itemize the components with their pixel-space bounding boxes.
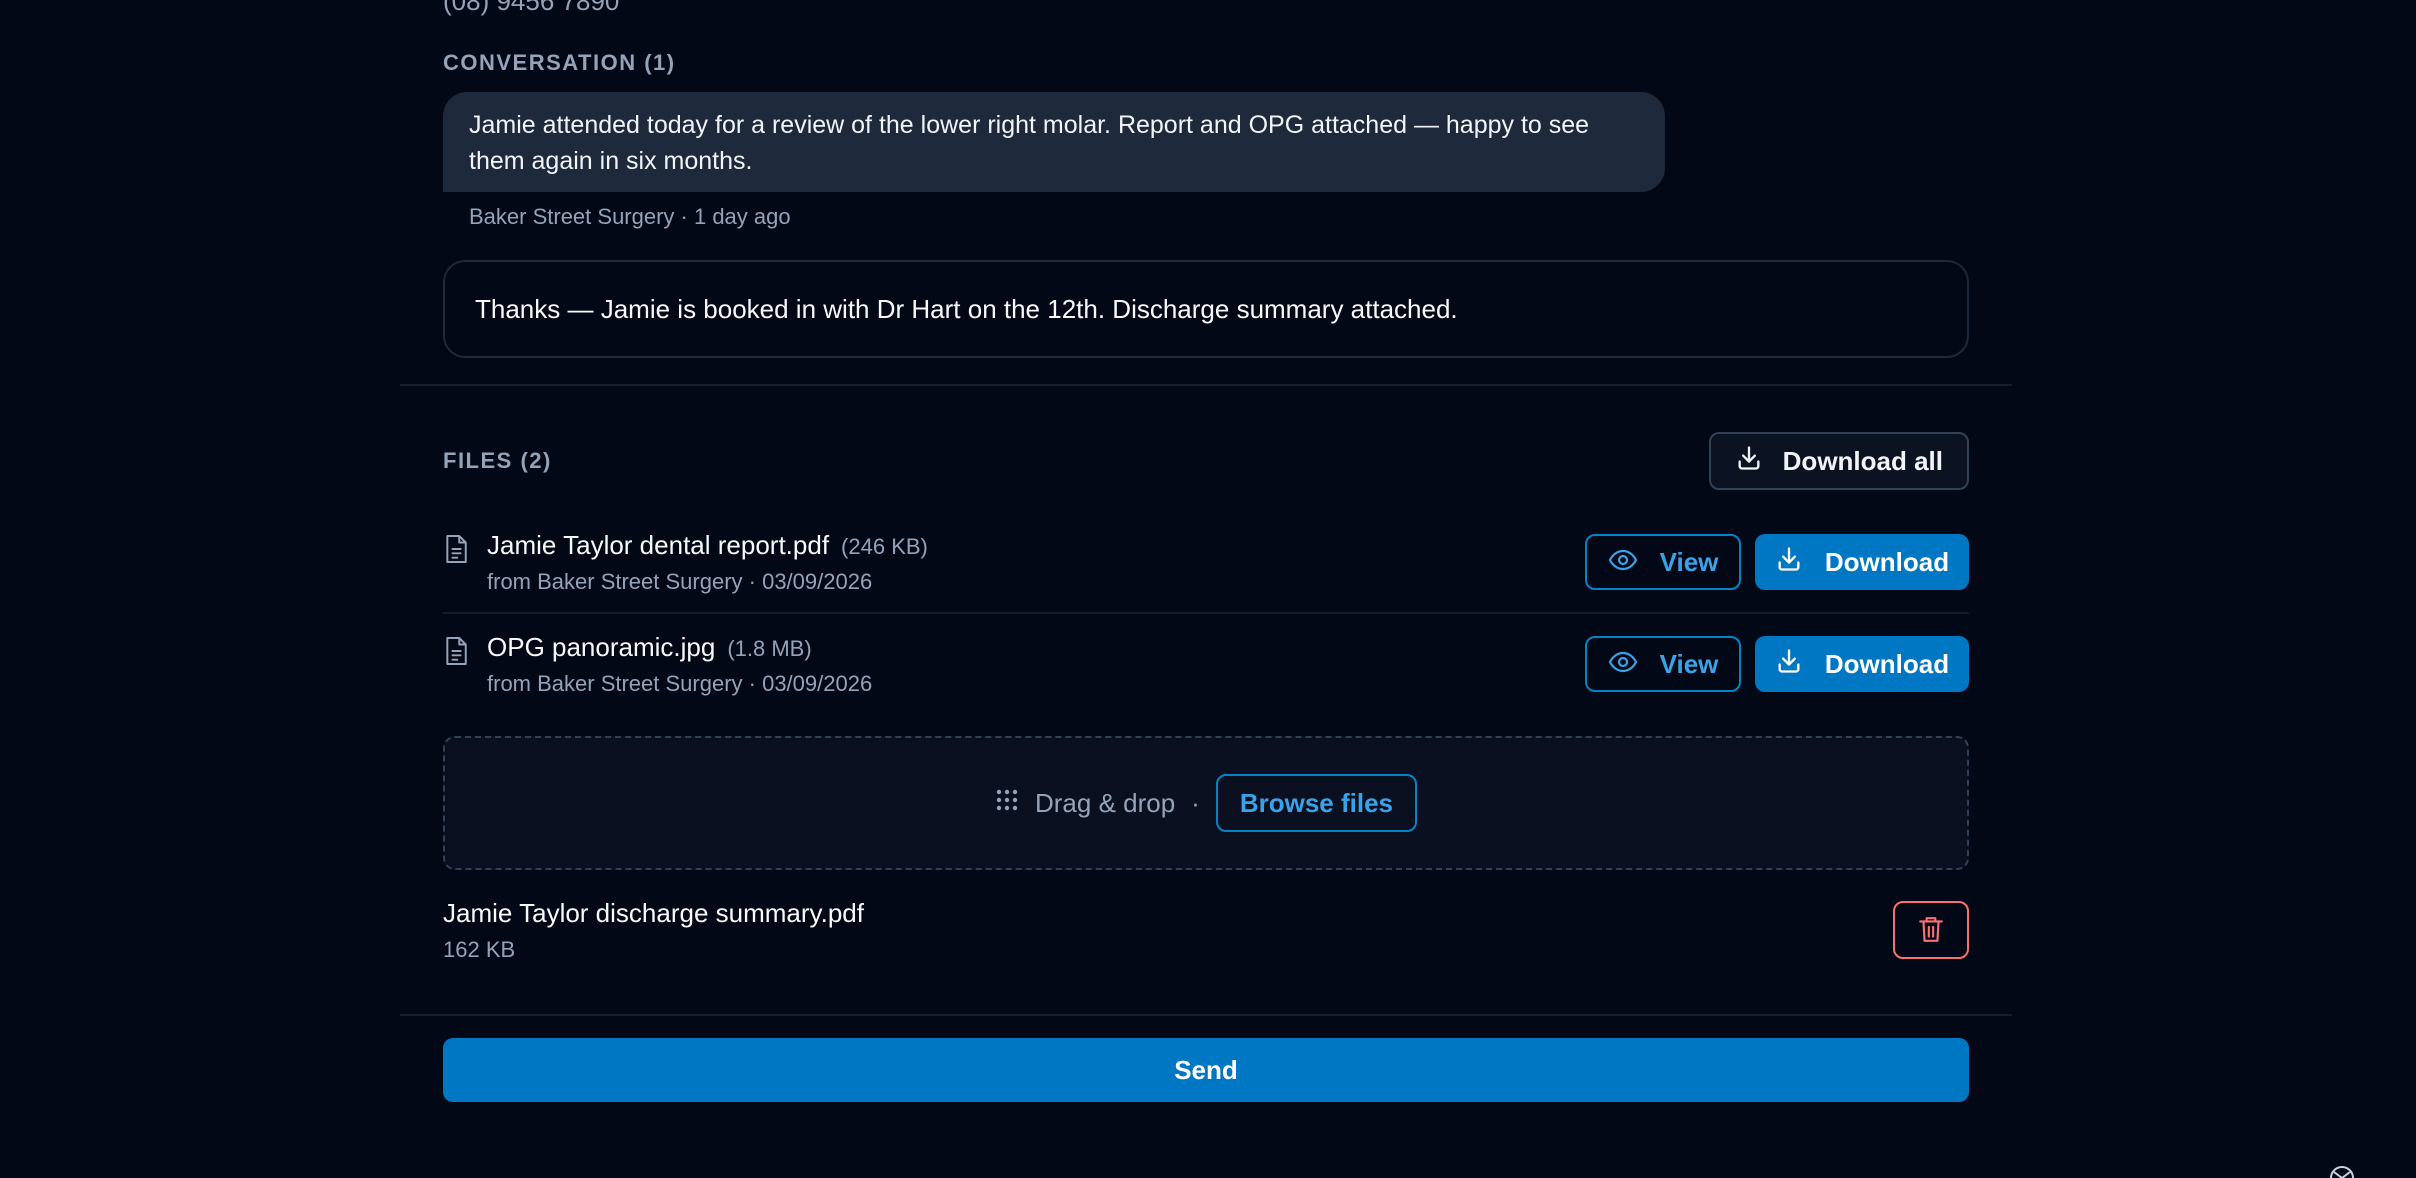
view-label: View [1659, 546, 1719, 577]
pending-attachment: Jamie Taylor discharge summary.pdf 162 K… [443, 898, 1969, 962]
file-icon [443, 636, 471, 666]
page: (08) 9456 7890 CONVERSATION (1) Jamie at… [0, 0, 2416, 1178]
contact-phone: (08) 9456 7890 [443, 0, 620, 16]
reply-input[interactable]: Thanks — Jamie is booked in with Dr Hart… [443, 260, 1969, 358]
file-size: (246 KB) [841, 533, 928, 559]
download-label: Download [1824, 546, 1950, 577]
file-source: from Baker Street Surgery · 03/09/2026 [487, 568, 873, 594]
download-icon [1735, 444, 1763, 479]
download-all-button[interactable]: Download all [1708, 432, 1969, 490]
help-icon[interactable] [2328, 1164, 2356, 1178]
message-bubble: Jamie attended today for a review of the… [443, 92, 1665, 192]
eye-icon [1608, 547, 1638, 578]
section-divider [400, 384, 2012, 386]
file-size: (1.8 MB) [727, 635, 812, 661]
download-button[interactable]: Download [1755, 636, 1969, 692]
conversation-title: CONVERSATION (1) [443, 50, 676, 75]
download-icon [1775, 647, 1803, 682]
file-name: Jamie Taylor dental report.pdf [487, 529, 830, 560]
files-title: FILES (2) [443, 448, 552, 473]
file-icon [443, 534, 471, 564]
file-name: OPG panoramic.jpg [487, 631, 716, 662]
send-button[interactable]: Send [443, 1038, 1969, 1102]
download-label: Download [1824, 648, 1950, 679]
eye-icon [1608, 649, 1638, 680]
pending-file-name: Jamie Taylor discharge summary.pdf [443, 897, 864, 928]
reply-text: Thanks — Jamie is booked in with Dr Hart… [475, 293, 1458, 324]
view-button[interactable]: View [1585, 636, 1741, 692]
files-header: FILES (2) Download all [443, 432, 1969, 490]
section-divider [400, 1014, 2012, 1016]
view-button[interactable]: View [1585, 534, 1741, 590]
message-meta: Baker Street Surgery · 1 day ago [469, 204, 791, 229]
browse-files-button[interactable]: Browse files [1215, 774, 1418, 832]
message-panel: (08) 9456 7890 CONVERSATION (1) Jamie at… [400, 0, 2354, 1178]
download-icon [1775, 545, 1803, 580]
pending-file-size: 162 KB [443, 936, 516, 962]
file-source: from Baker Street Surgery · 03/09/2026 [487, 670, 873, 696]
trash-icon [1918, 915, 1944, 946]
download-all-label: Download all [1782, 445, 1943, 476]
drag-drop-label: Drag & drop [1034, 787, 1176, 818]
file-row: OPG panoramic.jpg (1.8 MB) from Baker Str… [443, 614, 1969, 714]
view-label: View [1659, 648, 1719, 679]
remove-attachment-button[interactable] [1893, 901, 1969, 959]
file-dropzone[interactable]: Drag & drop · Browse files [443, 736, 1969, 870]
download-button[interactable]: Download [1755, 534, 1969, 590]
file-row: Jamie Taylor dental report.pdf (246 KB) f… [443, 512, 1969, 612]
drag-handle-icon [995, 788, 1019, 819]
separator: · [1191, 787, 1200, 818]
